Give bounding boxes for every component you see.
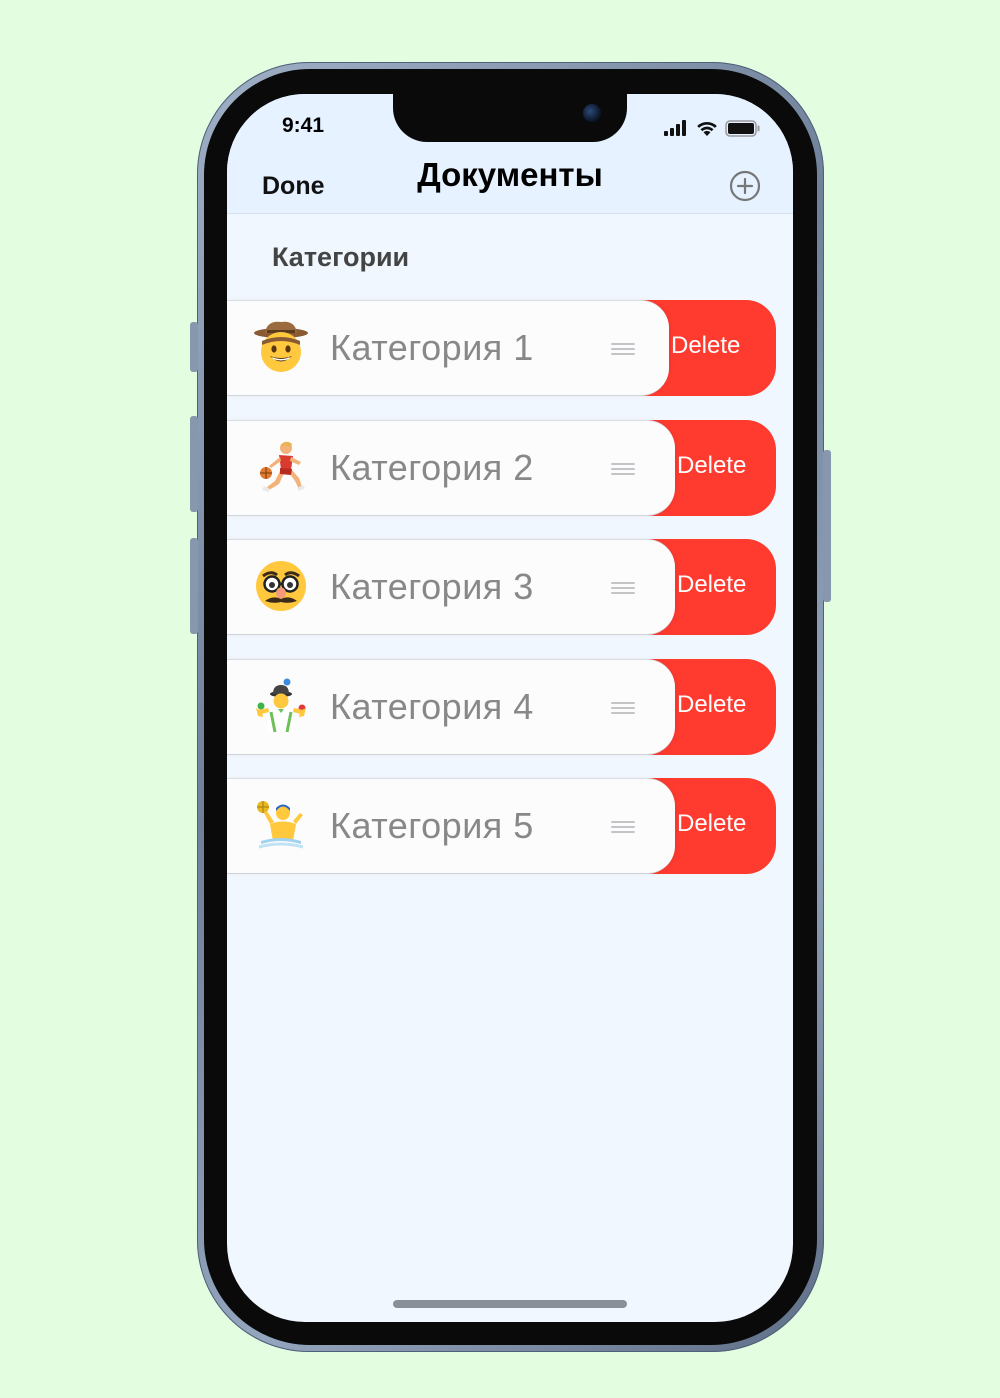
- page-title: Документы: [417, 156, 603, 193]
- drag-handle-icon[interactable]: [611, 582, 635, 596]
- list-item[interactable]: Delete Категория 4: [227, 659, 776, 755]
- row-label: Категория 5: [330, 805, 534, 846]
- drag-handle-icon[interactable]: [611, 343, 635, 357]
- battery-icon: [725, 119, 760, 137]
- list-item[interactable]: Delete Категория 5: [227, 778, 776, 874]
- row-content[interactable]: Категория 4: [227, 659, 675, 755]
- delete-label: Delete: [677, 810, 747, 837]
- volume-down-button: [190, 538, 198, 634]
- basketball-player-icon: [260, 441, 305, 492]
- volume-up-button: [190, 416, 198, 512]
- list-item[interactable]: Delete Категория 1: [227, 300, 776, 396]
- drag-handle-icon[interactable]: [611, 702, 635, 716]
- delete-label: Delete: [677, 691, 747, 718]
- status-icons: [663, 118, 761, 138]
- drag-handle-icon[interactable]: [611, 821, 635, 835]
- delete-label: Delete: [677, 571, 747, 598]
- row-content[interactable]: Категория 5: [227, 778, 675, 874]
- power-button: [823, 450, 831, 602]
- disguised-face-icon: [256, 561, 306, 611]
- section-header: Категории: [272, 242, 410, 272]
- list-item[interactable]: Delete Категория 3: [227, 539, 776, 635]
- status-time: 9:41: [282, 114, 325, 137]
- row-content[interactable]: Категория 2: [227, 420, 675, 516]
- water-polo-icon: [257, 801, 304, 849]
- notch: [393, 94, 627, 142]
- row-label: Категория 4: [330, 686, 534, 727]
- plus-circle-icon[interactable]: [729, 170, 761, 202]
- delete-label: Delete: [671, 332, 741, 359]
- row-label: Категория 2: [330, 447, 534, 488]
- signal-icon: [664, 120, 686, 136]
- row-content[interactable]: Категория 1: [227, 300, 669, 396]
- list-item[interactable]: Delete Категория 2: [227, 420, 776, 516]
- row-label: Категория 1: [330, 327, 534, 368]
- wifi-icon: [697, 121, 717, 136]
- front-camera: [583, 104, 601, 122]
- screen: Done Документы 9:41 Категории Delete Кат…: [227, 94, 793, 1322]
- silent-switch: [190, 322, 198, 372]
- row-label: Категория 3: [330, 566, 534, 607]
- row-content[interactable]: Категория 3: [227, 539, 675, 635]
- juggler-icon: [256, 678, 306, 733]
- delete-label: Delete: [677, 452, 747, 479]
- cowboy-face-icon: [254, 321, 308, 372]
- drag-handle-icon[interactable]: [611, 463, 635, 477]
- home-indicator[interactable]: [393, 1300, 627, 1308]
